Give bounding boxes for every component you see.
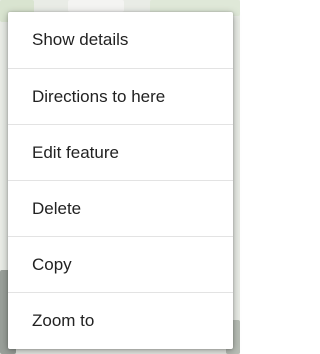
menu-item-copy[interactable]: Copy xyxy=(8,236,233,292)
menu-item-directions-to-here[interactable]: Directions to here xyxy=(8,68,233,124)
map-road xyxy=(68,0,124,12)
menu-item-label: Show details xyxy=(32,30,129,49)
menu-item-zoom-to[interactable]: Zoom to xyxy=(8,292,233,348)
context-menu: Show details Directions to here Edit fea… xyxy=(8,12,233,349)
menu-item-label: Directions to here xyxy=(32,86,166,106)
menu-item-show-details[interactable]: Show details xyxy=(8,12,233,68)
menu-item-label: Zoom to xyxy=(32,310,95,330)
menu-item-label: Edit feature xyxy=(32,142,119,162)
menu-item-delete[interactable]: Delete xyxy=(8,180,233,236)
menu-item-edit-feature[interactable]: Edit feature xyxy=(8,124,233,180)
menu-item-label: Delete xyxy=(32,198,82,218)
menu-item-label: Copy xyxy=(32,254,72,274)
